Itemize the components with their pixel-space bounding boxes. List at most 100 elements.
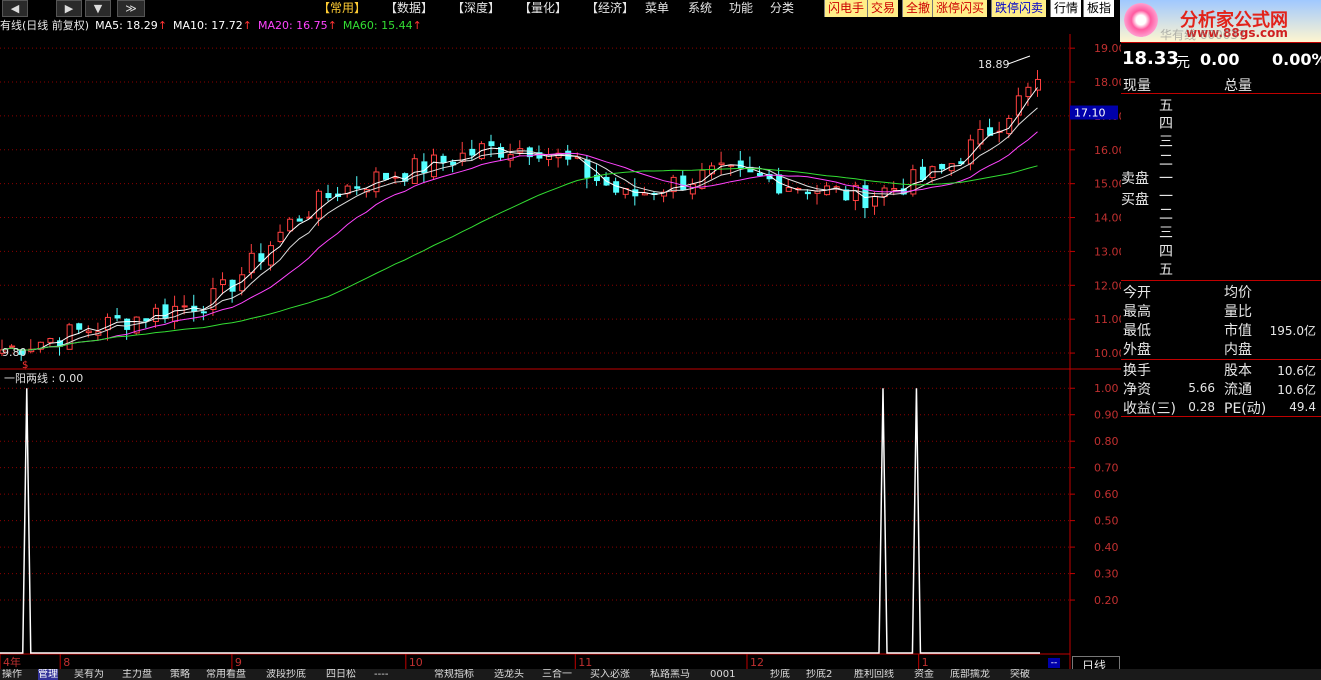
bottom-tab-10[interactable]: 选龙头 — [494, 669, 524, 680]
ma60-value: MA60: 15.44 — [342, 19, 413, 32]
candle-body — [248, 252, 255, 274]
x-tick-label: 11 — [578, 656, 592, 669]
bottom-tab-20[interactable]: 突破 — [1010, 669, 1030, 680]
bottom-tab-2[interactable]: 吴有为 — [74, 669, 104, 680]
candle-body — [76, 323, 83, 330]
forward-button[interactable]: ▶ — [56, 0, 82, 17]
candle-body — [430, 154, 437, 178]
bottom-tab-3[interactable]: 主力盘 — [122, 669, 152, 680]
bottom-tab-18[interactable]: 资金 — [914, 669, 934, 680]
menu-item-8[interactable]: 分类 — [770, 1, 794, 16]
candle-body — [1025, 86, 1032, 98]
stat-label: 最低 — [1123, 323, 1151, 339]
bid-level-4: 四 — [1159, 243, 1173, 260]
menu-item-1[interactable]: 【数据】 — [385, 1, 433, 16]
stat-value: 195.0亿 — [1269, 324, 1316, 338]
arrow-right-icon: ▶ — [64, 2, 74, 15]
current-volume-label: 现量 — [1123, 78, 1151, 94]
kline-chart[interactable]: 19.0018.0017.0016.0015.0014.0013.0012.00… — [0, 34, 1121, 669]
bid-level-5: 五 — [1159, 261, 1173, 278]
back-button[interactable]: ◀ — [2, 0, 28, 17]
menu-item-0[interactable]: 【常用】 — [318, 1, 366, 16]
x-tick-label: 10 — [409, 656, 423, 669]
price-unit: 元 — [1176, 55, 1190, 71]
ma10-arrow-icon: ↑ — [242, 19, 252, 32]
bottom-tab-19[interactable]: 底部擒龙 — [950, 669, 990, 680]
bottom-tab-6[interactable]: 波段抄底 — [266, 669, 306, 680]
bottom-tab-15[interactable]: 抄底 — [770, 669, 790, 680]
bottom-tab-9[interactable]: 常规指标 — [434, 669, 474, 680]
menu-item-5[interactable]: 菜单 — [645, 1, 669, 16]
indicator-y-tick-label: 0.40 — [1094, 541, 1119, 554]
ma60-arrow-icon: ↑ — [412, 19, 422, 32]
bottom-tab-13[interactable]: 私路黑马 — [650, 669, 690, 680]
menu-item-7[interactable]: 功能 — [729, 1, 753, 16]
ma20-arrow-icon: ↑ — [327, 19, 337, 32]
stat-label: 净资 — [1123, 382, 1151, 398]
bottom-tab-8[interactable]: ---- — [374, 669, 388, 680]
collapse-button[interactable]: ≫ — [117, 0, 145, 17]
high-price-label: 18.89 — [978, 58, 1010, 71]
indicator-y-tick-label: 0.50 — [1094, 515, 1119, 528]
candle-body — [670, 176, 677, 193]
candle-body — [967, 139, 974, 165]
dropdown-button[interactable]: ▼ — [85, 0, 111, 17]
bottom-tab-16[interactable]: 抄底2 — [806, 669, 832, 680]
bottom-tab-0[interactable]: 操作 — [2, 669, 22, 680]
candle-body — [47, 338, 54, 343]
ask-level-1: 五 — [1159, 98, 1173, 114]
candle-body — [584, 159, 591, 178]
double-chevron-icon: ≫ — [125, 2, 137, 15]
bottom-tab-5[interactable]: 常用看盘 — [206, 669, 246, 680]
quick-button-3[interactable]: 涨停闪买 — [932, 0, 988, 17]
quick-button-0[interactable]: 闪电手 — [824, 0, 868, 17]
candle-body — [325, 193, 332, 199]
candle-body — [354, 186, 361, 189]
menu-item-4[interactable]: 【经济】 — [586, 1, 634, 16]
buy-label: 买盘 — [1121, 192, 1149, 208]
stat-label: 量比 — [1224, 304, 1252, 320]
y-tick-label: 10.00 — [1094, 347, 1121, 360]
x-tick-label: 8 — [63, 656, 70, 669]
ma5-value: MA5: 18.29 — [95, 19, 158, 32]
bottom-tab-14[interactable]: 0001 — [710, 669, 735, 680]
stat-label: 换手 — [1123, 363, 1151, 379]
bid-level-2: 二 — [1159, 207, 1173, 224]
menu-item-2[interactable]: 【深度】 — [452, 1, 500, 16]
chart-title: 有线(日线 前复权) — [0, 19, 90, 32]
bottom-tab-12[interactable]: 买入必涨 — [590, 669, 630, 680]
x-tick-label: 4年 — [3, 655, 21, 669]
quick-button-6[interactable]: 板指 — [1083, 0, 1115, 17]
bottom-tab-1[interactable]: 管理 — [38, 669, 58, 680]
stat-label: 股本 — [1224, 363, 1252, 379]
candle-body — [383, 172, 390, 180]
y-tick-label: 11.00 — [1094, 313, 1121, 326]
menu-item-6[interactable]: 系统 — [688, 1, 712, 16]
candle-body — [680, 175, 687, 191]
quick-button-2[interactable]: 全撤 — [902, 0, 934, 17]
quick-button-5[interactable]: 行情 — [1050, 0, 1082, 17]
candle-body — [718, 162, 725, 165]
ask-level-4: 二 — [1159, 152, 1173, 169]
candle-body — [181, 305, 188, 308]
quick-button-4[interactable]: 跌停闪卖 — [991, 0, 1047, 17]
ma20-value: MA20: 16.75 — [257, 19, 328, 32]
divider — [1121, 359, 1321, 360]
stat-label: 收益(三) — [1123, 401, 1176, 417]
x-tick-label: 12 — [750, 656, 764, 669]
candle-body — [296, 218, 303, 222]
stat-label: PE(动) — [1224, 401, 1267, 417]
bottom-tab-11[interactable]: 三合一 — [542, 669, 572, 680]
candle-body — [785, 187, 792, 192]
candle-body — [440, 155, 447, 163]
quick-button-1[interactable]: 交易 — [867, 0, 899, 17]
flower-logo-icon — [1124, 3, 1158, 37]
stat-value: 10.6亿 — [1277, 383, 1316, 397]
bottom-tab-4[interactable]: 策略 — [170, 669, 190, 680]
bottom-tab-17[interactable]: 胜利回线 — [854, 669, 894, 680]
candle-body — [287, 218, 294, 232]
scroll-indicator[interactable]: -- — [1048, 658, 1060, 668]
bottom-tab-7[interactable]: 四日松 — [326, 669, 356, 680]
candle-body — [315, 190, 322, 219]
menu-item-3[interactable]: 【量化】 — [519, 1, 567, 16]
